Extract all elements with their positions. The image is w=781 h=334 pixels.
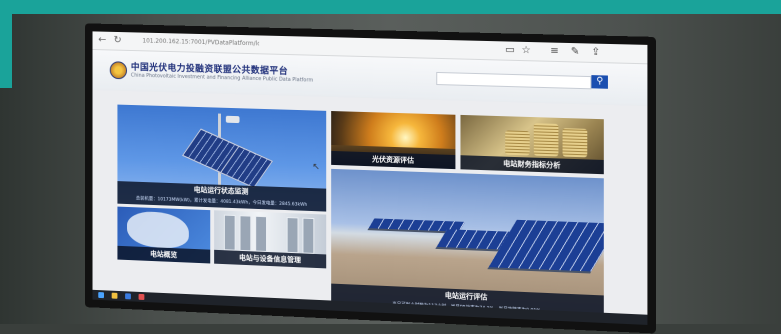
- teal-frame-top: [0, 0, 781, 14]
- teal-frame-left: [0, 0, 12, 88]
- china-map-image: [127, 210, 189, 249]
- hub-icon[interactable]: ≡: [550, 46, 559, 57]
- mouse-cursor-icon: ↖: [312, 162, 320, 173]
- coin-stack-image: [505, 130, 530, 156]
- tile-label: 光伏资源评估: [331, 150, 456, 170]
- tile-finance-analysis[interactable]: 电站财务指标分析: [460, 114, 604, 175]
- search-button[interactable]: ⚲: [591, 75, 608, 89]
- equipment-rack-image: [286, 217, 299, 254]
- search-icon: ⚲: [596, 76, 604, 87]
- folder-icon[interactable]: [111, 292, 118, 299]
- tile-label: 电站财务指标分析: [460, 155, 604, 175]
- back-arrow-icon[interactable]: ←: [98, 34, 106, 45]
- equipment-rack-image: [239, 215, 252, 252]
- alliance-logo: [109, 61, 128, 80]
- share-icon[interactable]: ⇪: [591, 47, 600, 58]
- tile-station-overview[interactable]: 电站概览: [117, 206, 211, 264]
- equipment-rack-image: [302, 217, 315, 254]
- browser-icon[interactable]: [125, 293, 131, 300]
- search-input[interactable]: [436, 71, 592, 90]
- address-bar[interactable]: 101.200.162.15:7001/PVDataPlatform/login: [142, 38, 259, 49]
- tv-screen: ← ↻ 101.200.162.15:7001/PVDataPlatform/l…: [92, 31, 648, 315]
- tile-equipment-management[interactable]: 电站与设备信息管理: [214, 210, 327, 269]
- television: ← ↻ 101.200.162.15:7001/PVDataPlatform/l…: [84, 23, 656, 334]
- coin-stack-image: [533, 123, 559, 157]
- equipment-rack-image: [255, 215, 267, 252]
- tile-operation-evaluation[interactable]: 电站运行评估 当月可利小时数为117小时，当月PR效率为74.1%，当月故障率为…: [331, 168, 604, 315]
- equipment-rack-image: [223, 214, 236, 251]
- tile-label: 电站概览: [117, 245, 211, 264]
- favorite-star-icon[interactable]: ☆: [522, 45, 531, 56]
- note-icon[interactable]: ✎: [571, 46, 580, 57]
- coin-stack-image: [562, 128, 588, 158]
- tile-station-monitoring[interactable]: 电站运行状态监测 总装机量：10173MW(kW)，累计发电量：4081.43k…: [117, 104, 327, 212]
- solar-array-image: [487, 219, 604, 274]
- start-icon[interactable]: [98, 292, 105, 299]
- reading-view-icon[interactable]: ▭: [505, 44, 515, 55]
- content-area: 电站运行状态监测 总装机量：10173MW(kW)，累计发电量：4081.43k…: [92, 90, 648, 315]
- app-icon[interactable]: [138, 293, 145, 301]
- refresh-icon[interactable]: ↻: [114, 35, 122, 46]
- tile-title: 电站运行状态监测: [193, 185, 249, 196]
- tile-pv-resource[interactable]: 光伏资源评估: [331, 111, 456, 170]
- tile-title: 电站运行评估: [444, 291, 488, 302]
- camera-image: [225, 115, 240, 124]
